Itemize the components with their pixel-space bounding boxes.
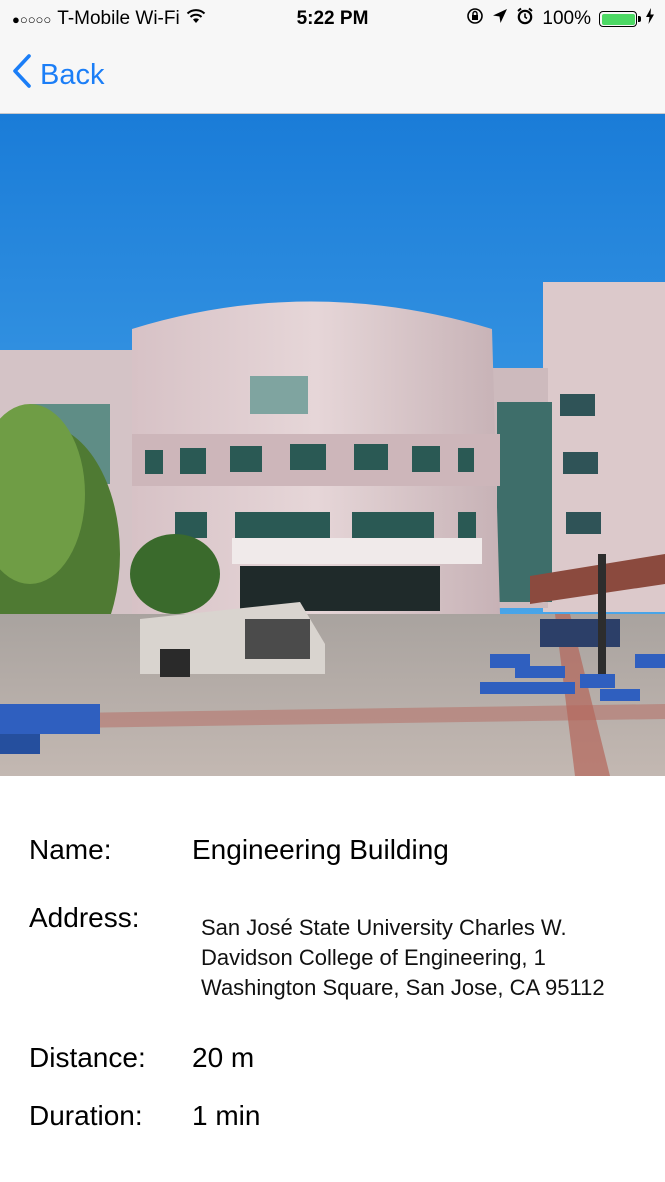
name-label: Name: bbox=[29, 834, 112, 865]
address-value: San José State University Charles W. Dav… bbox=[201, 915, 605, 1000]
back-button[interactable]: Back bbox=[12, 54, 104, 96]
location-details: Name: Engineering Building Address: San … bbox=[0, 776, 665, 1182]
distance-value: 20 m bbox=[192, 1042, 255, 1073]
status-bar: ●○○○○ T-Mobile Wi-Fi 5:22 PM 100% bbox=[0, 0, 665, 38]
building-photo bbox=[0, 114, 665, 776]
distance-label: Distance: bbox=[29, 1042, 146, 1073]
alarm-icon bbox=[516, 7, 534, 31]
back-button-label: Back bbox=[40, 58, 105, 91]
duration-label: Duration: bbox=[29, 1100, 143, 1131]
rotation-lock-icon bbox=[466, 7, 484, 31]
battery-icon bbox=[599, 11, 641, 27]
location-arrow-icon bbox=[492, 8, 508, 30]
charging-bolt-icon bbox=[645, 8, 655, 30]
chevron-left-icon bbox=[12, 54, 32, 96]
name-value: Engineering Building bbox=[192, 834, 449, 865]
duration-value: 1 min bbox=[192, 1100, 261, 1131]
status-right: 100% bbox=[466, 7, 655, 31]
battery-percent: 100% bbox=[542, 8, 591, 29]
address-label: Address: bbox=[29, 902, 140, 933]
battery-level bbox=[601, 13, 635, 25]
navigation-bar: Back bbox=[0, 38, 665, 114]
